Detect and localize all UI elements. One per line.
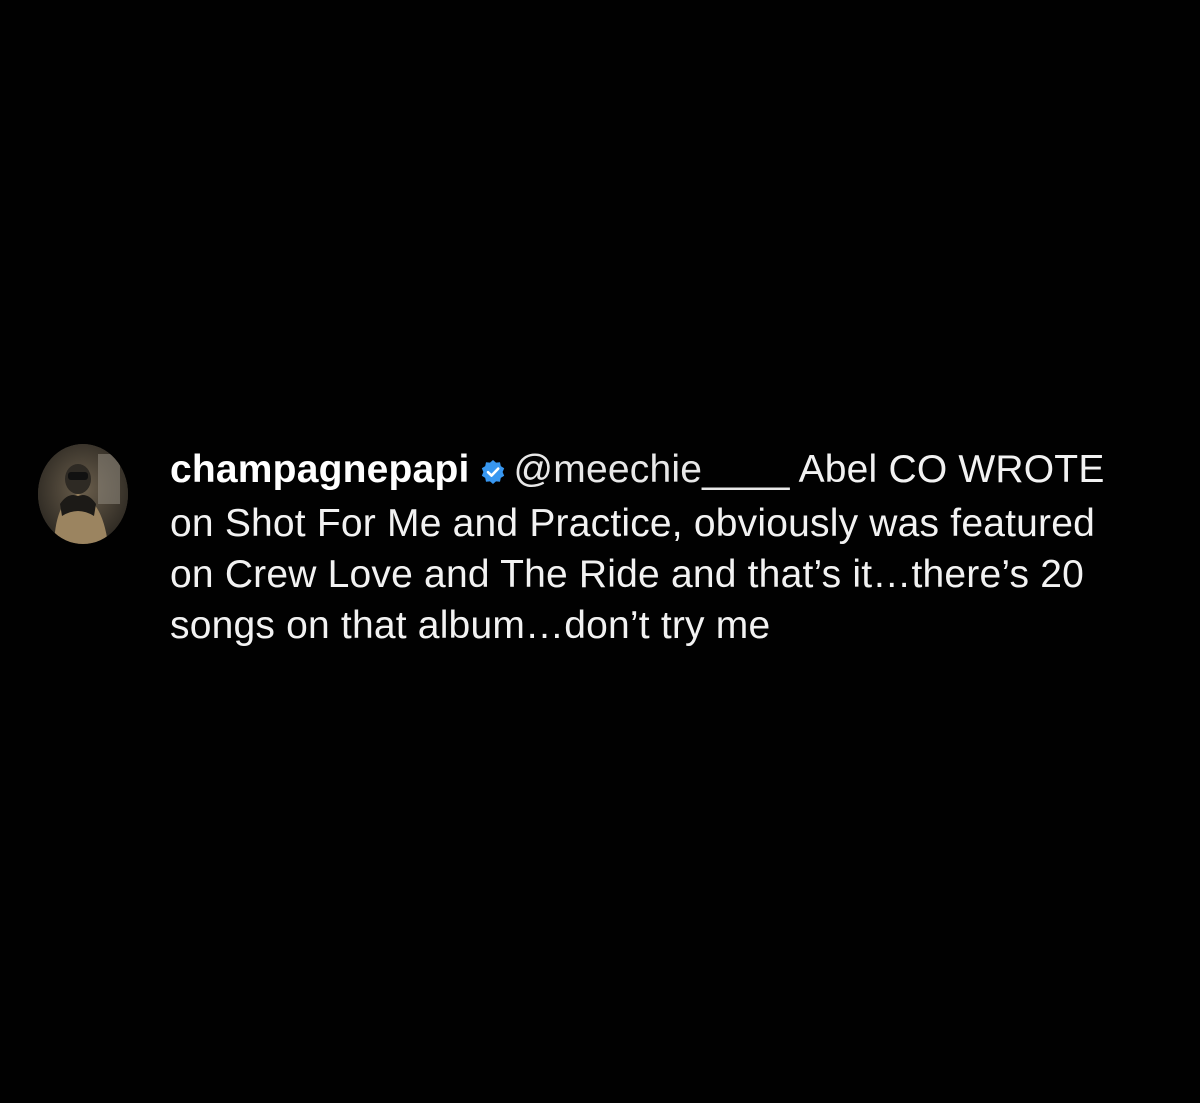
- verified-badge-icon: [480, 447, 506, 498]
- profile-avatar[interactable]: [38, 444, 128, 544]
- comment-text: champagnepapi @meechie____ Abel CO WROTE …: [170, 444, 1130, 651]
- mention-link[interactable]: @meechie____: [514, 448, 790, 491]
- avatar-photo-icon: [38, 444, 128, 544]
- username-link[interactable]: champagnepapi: [170, 448, 470, 491]
- comment: champagnepapi @meechie____ Abel CO WROTE …: [38, 444, 1178, 651]
- screenshot-page: champagnepapi @meechie____ Abel CO WROTE …: [0, 0, 1200, 1103]
